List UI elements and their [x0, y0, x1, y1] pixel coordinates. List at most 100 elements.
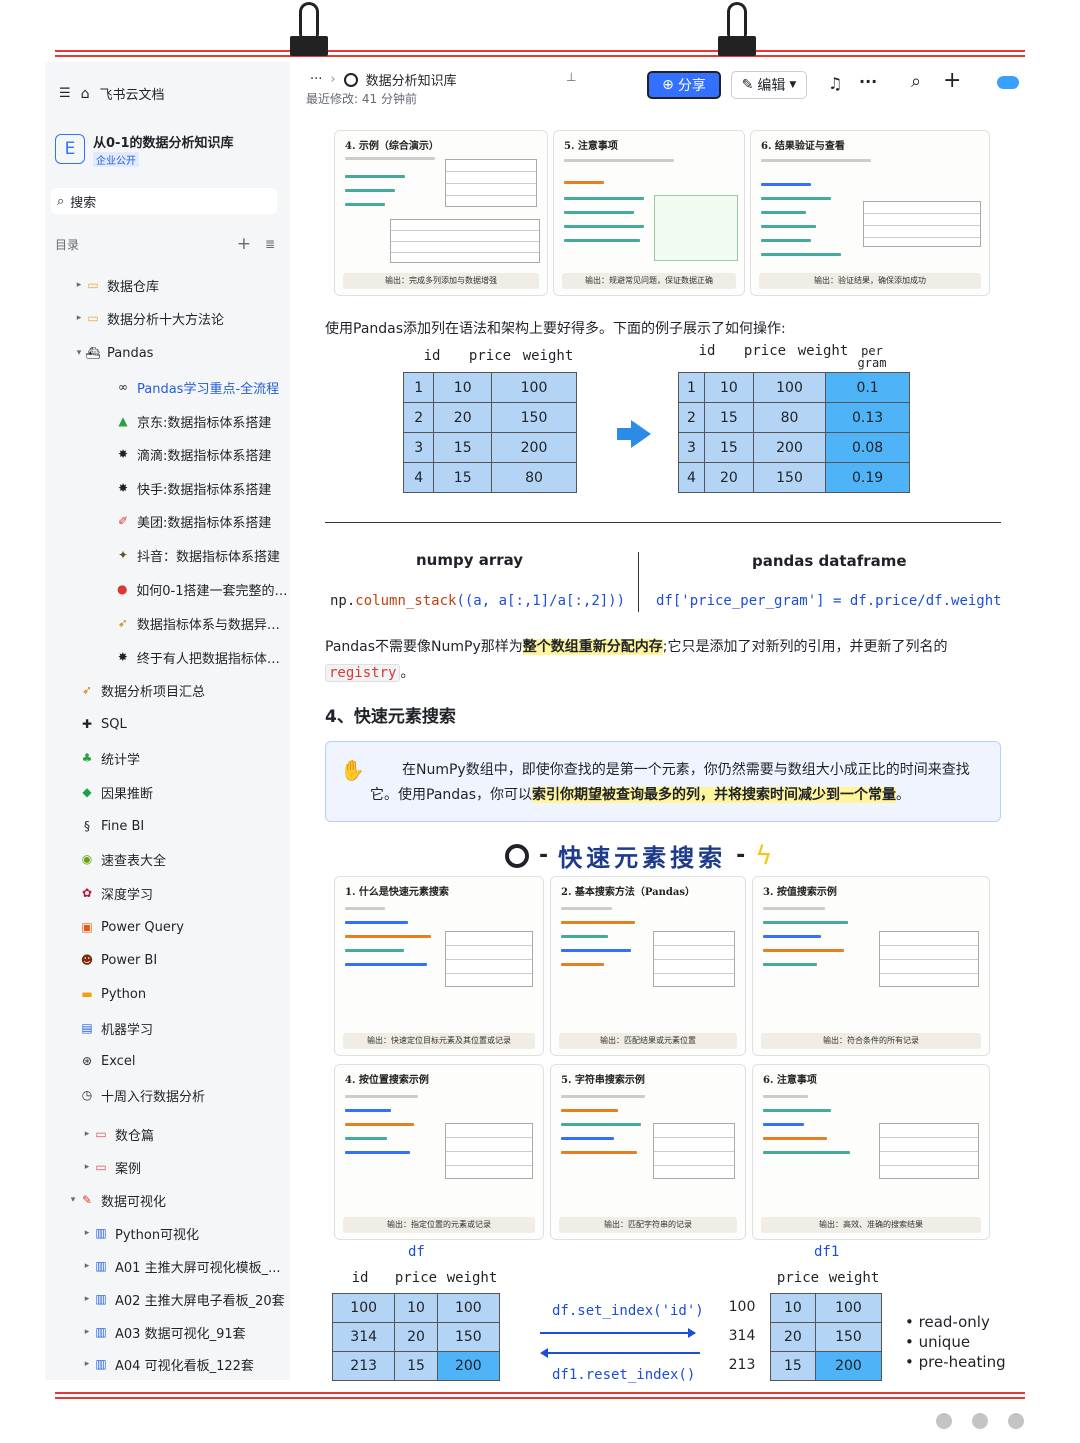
expand-arrow-icon[interactable]: ▸	[81, 1294, 93, 1304]
sidebar-item[interactable]: ☻ Power BI	[45, 948, 290, 972]
expand-arrow-icon[interactable]: ▸	[81, 1261, 93, 1271]
last-modified: 最近修改: 41 分钟前	[306, 92, 417, 106]
column-header: id	[351, 1270, 369, 1286]
df-label: df	[408, 1244, 425, 1260]
sidebar-item[interactable]: ● 如何0-1搭建一套完整的数...	[45, 577, 290, 601]
doc-title[interactable]: 数据分析知识库	[366, 70, 457, 89]
sidebar-item[interactable]: ▸ ▭ 数仓篇	[45, 1122, 290, 1146]
sidebar-item[interactable]: ▬ Python	[45, 982, 290, 1006]
table-cell: 100	[331, 1293, 396, 1323]
expand-arrow-icon[interactable]: ▸	[81, 1327, 93, 1337]
sidebar-item[interactable]: ♣ 统计学	[45, 746, 290, 770]
gift-icon: ▣	[81, 920, 93, 934]
sidebar-item[interactable]: ⊛ Excel	[45, 1049, 290, 1073]
sidebar-item[interactable]: ✸ 终于有人把数据指标体系...	[45, 645, 290, 669]
sidebar-item-label: A03 数据可视化_91套	[115, 1326, 246, 1342]
sidebar-item[interactable]: ▾ ✎ 数据可视化	[45, 1188, 290, 1212]
bullet-item: • read-only	[905, 1313, 990, 1331]
expand-arrow-icon[interactable]: ▸	[81, 1162, 93, 1172]
share-button[interactable]: ⊕ 分享	[647, 71, 721, 99]
table-row: 4 15 80	[402, 462, 577, 493]
arrow-left-line	[545, 1352, 700, 1354]
space-header[interactable]: E 从0-1的数据分析知识库 企业公开	[55, 132, 285, 172]
app-name[interactable]: 飞书云文档	[100, 84, 165, 103]
sidebar-search[interactable]: ⌕ 搜索	[51, 188, 277, 214]
sidebar-item[interactable]: ✚ SQL	[45, 712, 290, 736]
list-icon[interactable]: ≣	[265, 237, 275, 251]
table-cell: 200	[752, 432, 827, 463]
cloud-icon[interactable]	[997, 76, 1019, 89]
table-cell: 0.13	[825, 402, 910, 433]
pen-icon: ✐	[117, 514, 129, 528]
sidebar-item-label: Fine BI	[101, 818, 145, 834]
expand-arrow-icon[interactable]: ▸	[73, 280, 85, 290]
sidebar-item[interactable]: ➶ 数据指标体系与数据异动...	[45, 611, 290, 635]
table-cell: 2	[402, 402, 435, 433]
expand-arrow-icon[interactable]: ▾	[67, 1195, 79, 1205]
sidebar-item[interactable]: ▸ ▥ A04 可视化看板_122套	[45, 1352, 290, 1376]
callout: ✋ 在NumPy数组中，即使你查找的是第一个元素，你仍然需要与数组大小成正比的时…	[325, 741, 1001, 822]
gear-icon: ✸	[117, 650, 128, 664]
sidebar-item-label: 如何0-1搭建一套完整的数...	[136, 583, 290, 599]
sidebar-item[interactable]: ▸ ▭ 数据仓库	[45, 273, 290, 297]
sidebar-item[interactable]: ◷ 十周入行数据分析	[45, 1083, 290, 1107]
sidebar-item[interactable]: ▸ ▥ A02 主推大屏电子看板_20套	[45, 1287, 290, 1311]
space-avatar: E	[55, 134, 85, 164]
sidebar-item[interactable]: ✸ 滴滴:数据指标体系搭建	[45, 442, 290, 466]
rocket-icon: ➶	[117, 616, 128, 630]
chart-icon: ▥	[95, 1259, 107, 1273]
page-dot[interactable]	[972, 1413, 988, 1429]
set-index-code: df.set_index('id')	[552, 1303, 704, 1319]
sparkle-icon: ✦	[117, 548, 129, 562]
folder-red-icon: ▭	[95, 1127, 107, 1141]
sidebar-item[interactable]: ▸ ▥ Python可视化	[45, 1221, 290, 1245]
add-icon[interactable]: +	[237, 234, 251, 254]
sidebar-item[interactable]: ▸ ▥ A01 主推大屏可视化模板_...	[45, 1254, 290, 1278]
top-red-line	[55, 50, 1025, 57]
collapse-sidebar-icon[interactable]: ☰	[59, 86, 71, 101]
sidebar-item[interactable]: ✦ 抖音：数据指标体系搭建	[45, 543, 290, 567]
plus-icon[interactable]: +	[943, 68, 961, 93]
card-title: 3. 按值搜索示例	[763, 887, 837, 898]
column-header: weight	[446, 1270, 498, 1286]
sidebar-item[interactable]: ◆ 因果推断	[45, 780, 290, 804]
sidebar-item[interactable]: ▤ 机器学习	[45, 1016, 290, 1040]
home-icon[interactable]: ⌂	[81, 86, 90, 102]
expand-arrow-icon[interactable]: ▸	[81, 1359, 93, 1369]
sidebar-item-label: Pandas	[107, 345, 154, 361]
expand-arrow-icon[interactable]: ▸	[81, 1228, 93, 1238]
sidebar-item[interactable]: ▲ 京东:数据指标体系搭建	[45, 409, 290, 433]
code-part: ((a, a[:,1]/a[:,2]))	[456, 593, 626, 609]
sidebar-item[interactable]: § Fine BI	[45, 814, 290, 838]
table-row: 3 15 200	[402, 432, 577, 463]
expand-arrow-icon[interactable]: ▸	[81, 1129, 93, 1139]
card-footer: 输出：验证结果，确保添加成功	[759, 273, 981, 289]
expand-arrow-icon[interactable]: ▸	[73, 313, 85, 323]
card-top-3: 6. 结果验证与查看 输出：验证结果，确保添加成功	[750, 130, 990, 296]
more-icon[interactable]: ···	[859, 72, 877, 91]
sidebar-item[interactable]: ◉ 速查表大全	[45, 847, 290, 871]
sidebar-item[interactable]: ▸ ▭ 案例	[45, 1155, 290, 1179]
sidebar-item[interactable]: ▣ Power Query	[45, 915, 290, 939]
card-bottom: 5. 字符串搜索示例 输出：匹配字符串的记录	[550, 1064, 746, 1240]
page-dot[interactable]	[936, 1413, 952, 1429]
table-cell: 20	[394, 1322, 438, 1352]
ball-icon: ⊛	[81, 1054, 93, 1068]
sidebar-item[interactable]: ➶ 数据分析项目汇总	[45, 678, 290, 702]
sidebar-item[interactable]: ▸ ▭ 数据分析十大方法论	[45, 306, 290, 330]
pin-icon[interactable]: ⊥	[566, 70, 576, 84]
table-row: 3 15 200 0.08	[678, 432, 910, 463]
edit-button[interactable]: ✎ 编辑 ▼	[731, 71, 807, 99]
find-icon[interactable]: ⌕	[911, 71, 921, 92]
breadcrumb-more[interactable]: ···	[310, 72, 322, 87]
sidebar-item[interactable]: ✐ 美团:数据指标体系搭建	[45, 509, 290, 533]
sidebar-item[interactable]: ✸ 快手:数据指标体系搭建	[45, 476, 290, 500]
bell-icon[interactable]: ♫	[828, 74, 842, 93]
sidebar-item[interactable]: ∞ Pandas学习重点-全流程	[45, 375, 290, 399]
sidebar-item[interactable]: ▸ ▥ A03 数据可视化_91套	[45, 1320, 290, 1344]
page-dot[interactable]	[1008, 1413, 1024, 1429]
sidebar-item[interactable]: ✿ 深度学习	[45, 881, 290, 905]
table-cell: 213	[331, 1351, 396, 1381]
sidebar-item[interactable]: ▾ ⛴ Pandas	[45, 341, 290, 365]
expand-arrow-icon[interactable]: ▾	[73, 348, 85, 358]
